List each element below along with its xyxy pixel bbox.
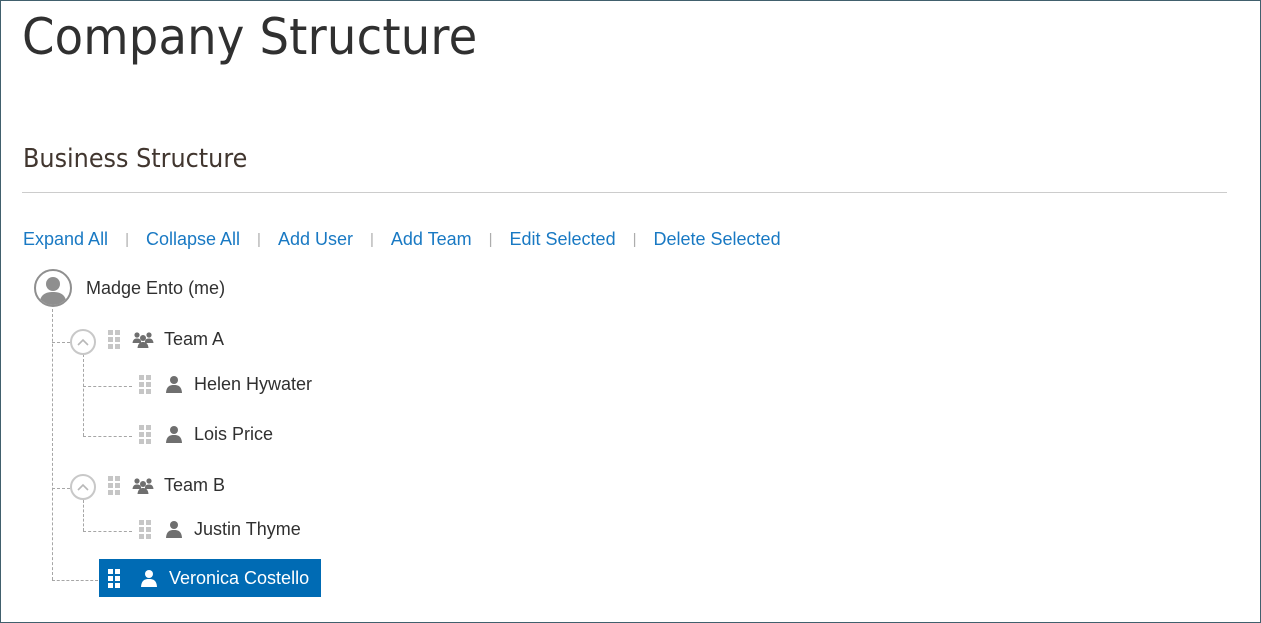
user-avatar-icon	[34, 269, 72, 307]
tree-connector	[52, 309, 53, 580]
add-team-link[interactable]: Add Team	[391, 229, 472, 250]
separator: |	[257, 231, 261, 248]
tree-node-team-a[interactable]: Team A	[108, 328, 224, 350]
tree-node-helen-hywater[interactable]: Helen Hywater	[139, 373, 312, 395]
team-icon	[132, 476, 154, 494]
collapse-team-b-toggle[interactable]	[70, 474, 96, 500]
tree-node-justin-thyme[interactable]: Justin Thyme	[139, 518, 301, 540]
separator: |	[488, 231, 493, 248]
lois-price-label: Lois Price	[194, 423, 274, 444]
tree-connector	[52, 342, 70, 343]
tree-node-veronica-costello[interactable]: Veronica Costello	[99, 559, 322, 597]
section-divider	[22, 192, 1227, 193]
drag-handle-icon[interactable]	[108, 568, 120, 588]
root-node-label: Madge Ento (me)	[86, 277, 226, 298]
user-icon	[165, 520, 183, 538]
delete-selected-link[interactable]: Delete Selected	[654, 229, 781, 250]
drag-handle-icon[interactable]	[108, 329, 120, 349]
team-icon	[132, 330, 154, 348]
add-user-link[interactable]: Add User	[278, 229, 353, 250]
helen-hywater-label: Helen Hywater	[194, 373, 313, 394]
veronica-costello-label: Veronica Costello	[169, 567, 310, 588]
tree-root-node[interactable]: Madge Ento (me)	[86, 277, 225, 299]
team-b-label: Team B	[164, 474, 226, 495]
collapse-team-a-toggle[interactable]	[70, 329, 96, 355]
tree-connector	[52, 488, 70, 489]
user-icon	[165, 375, 183, 393]
user-icon	[165, 425, 183, 443]
edit-selected-link[interactable]: Edit Selected	[510, 229, 616, 250]
collapse-all-link[interactable]: Collapse All	[146, 229, 240, 250]
tree-node-lois-price[interactable]: Lois Price	[139, 423, 273, 445]
tree-connector	[52, 580, 98, 581]
tree-connector	[83, 500, 84, 531]
drag-handle-icon[interactable]	[139, 424, 151, 444]
drag-handle-icon[interactable]	[139, 374, 151, 394]
tree-connector	[83, 436, 132, 437]
tree-node-team-b[interactable]: Team B	[108, 474, 225, 496]
page-title: Company Structure	[22, 8, 478, 66]
expand-all-link[interactable]: Expand All	[23, 229, 108, 250]
team-a-label: Team A	[164, 328, 225, 349]
drag-handle-icon[interactable]	[139, 519, 151, 539]
tree-connector	[83, 354, 84, 436]
tree-connector	[83, 531, 132, 532]
drag-handle-icon[interactable]	[108, 475, 120, 495]
chevron-up-icon	[77, 483, 89, 491]
section-title: Business Structure	[23, 144, 248, 174]
separator: |	[369, 231, 374, 248]
separator: |	[632, 231, 637, 248]
tree-connector	[83, 386, 132, 387]
chevron-up-icon	[77, 338, 89, 346]
separator: |	[125, 231, 129, 248]
justin-thyme-label: Justin Thyme	[194, 518, 301, 539]
tree-actions-toolbar: Expand All | Collapse All | Add User | A…	[23, 229, 781, 250]
user-icon	[140, 569, 158, 587]
